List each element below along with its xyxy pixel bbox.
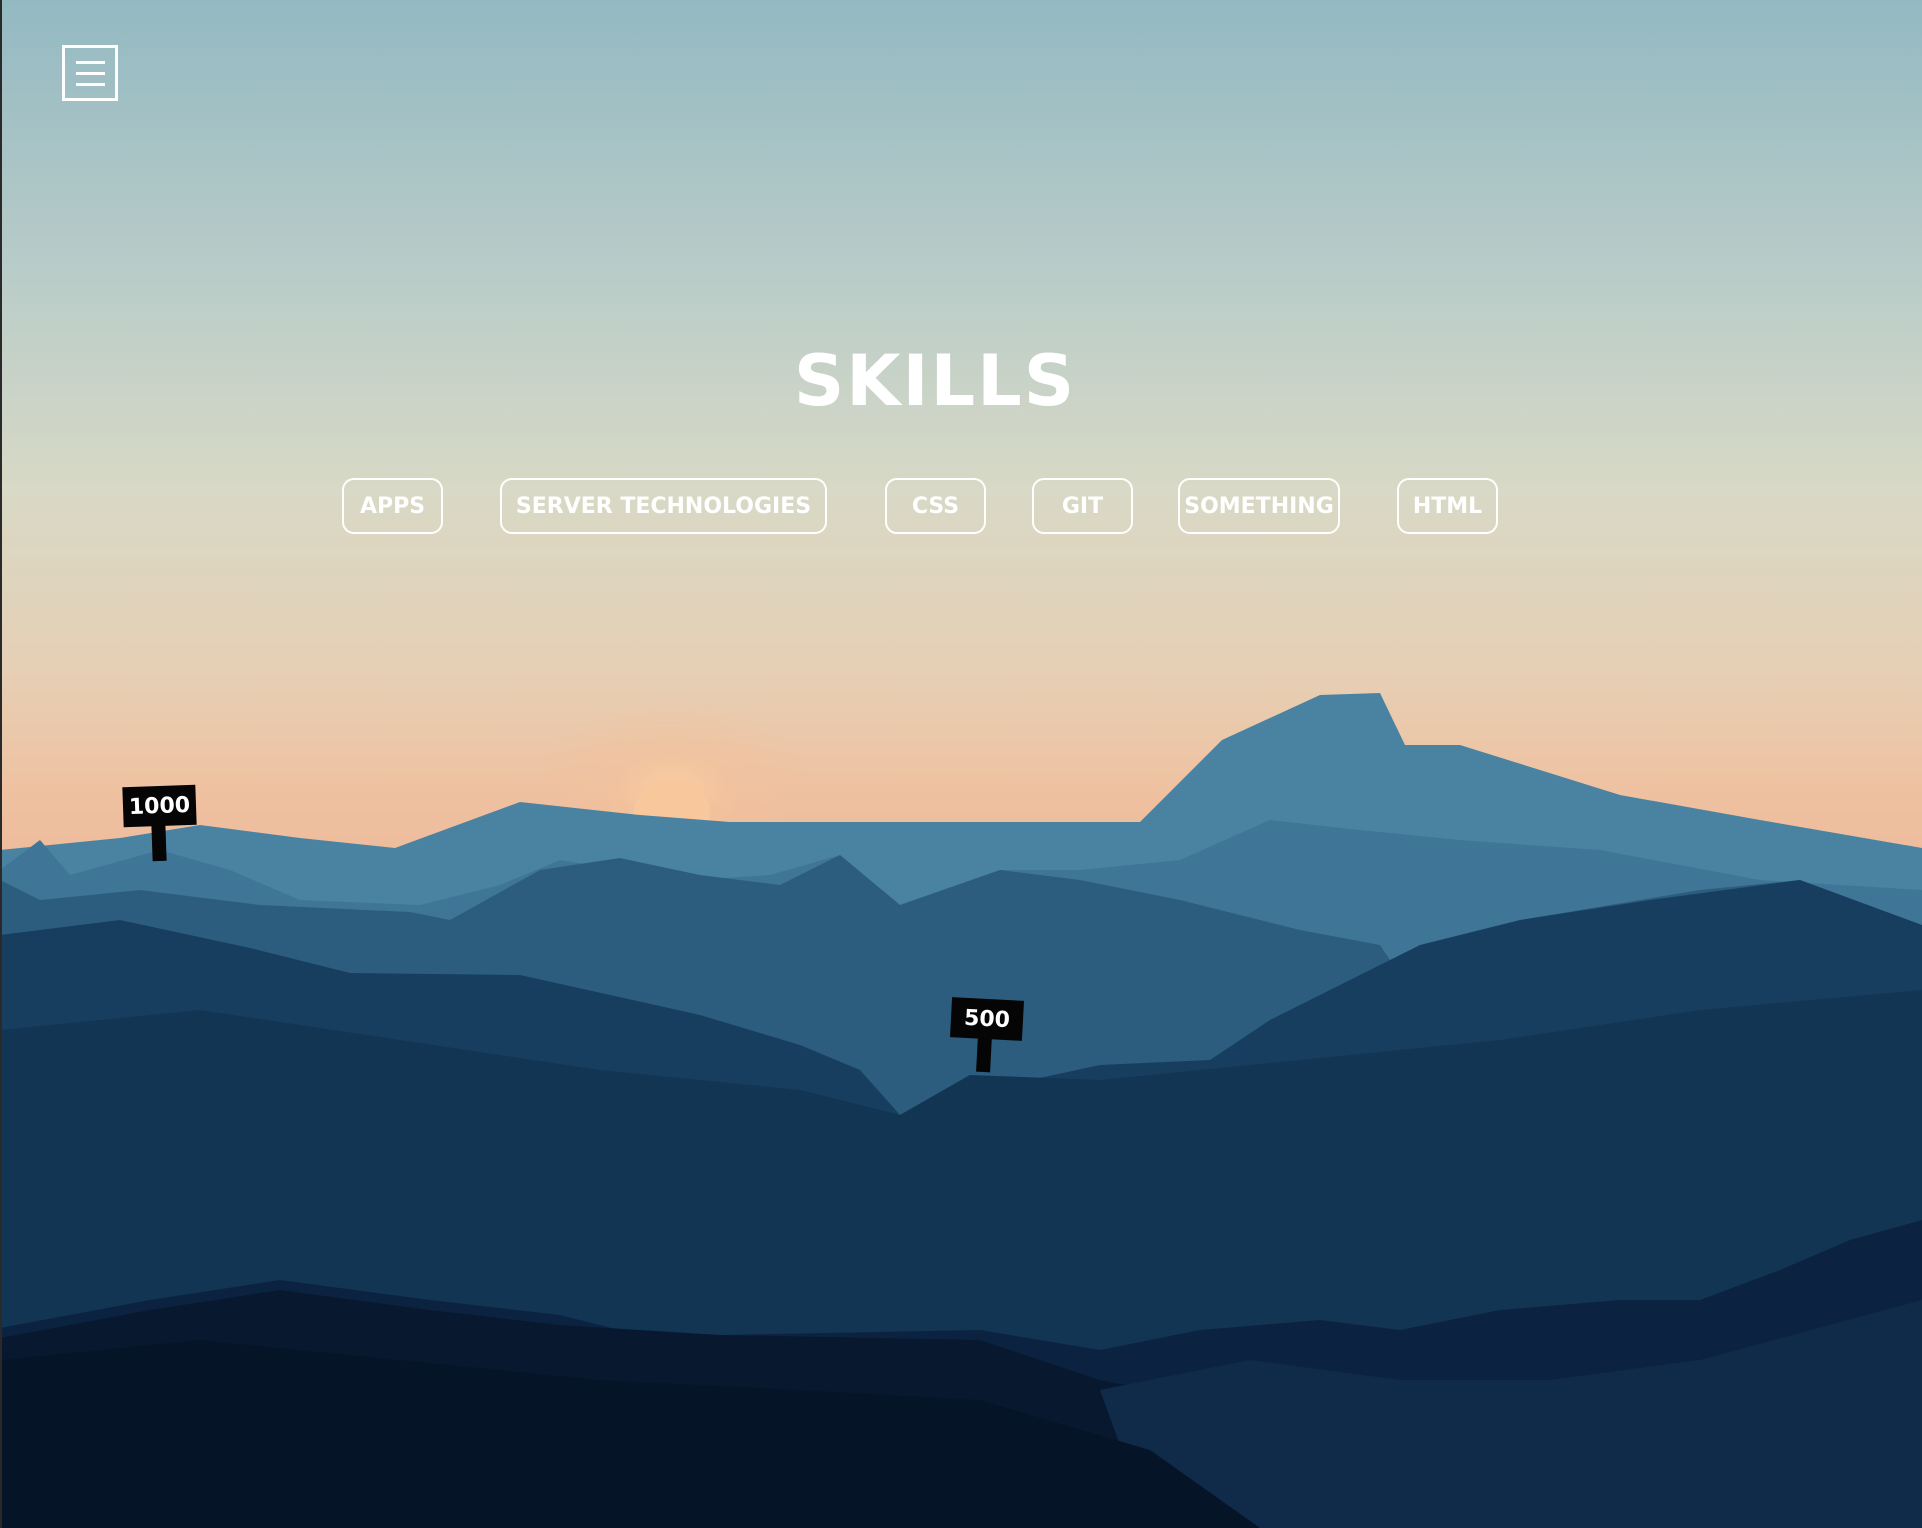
altitude-sign-1000: 1000 (122, 784, 197, 862)
tag-something[interactable]: SOMETHING (1178, 478, 1340, 534)
page-title: SKILLS (793, 340, 1077, 422)
hamburger-menu-icon (76, 61, 105, 64)
hamburger-menu-icon-line (76, 72, 105, 75)
window-left-edge (0, 0, 2, 1528)
tag-apps[interactable]: APPS (342, 478, 443, 534)
hamburger-menu-button[interactable] (62, 45, 118, 101)
sign-post (976, 1035, 992, 1073)
tag-git[interactable]: GIT (1032, 478, 1133, 534)
altitude-sign-500: 500 (950, 997, 1025, 1075)
hamburger-menu-icon-line (76, 83, 105, 86)
sign-board-label: 500 (950, 997, 1024, 1041)
tag-server-technologies[interactable]: SERVER TECHNOLOGIES (500, 478, 827, 534)
tag-html[interactable]: HTML (1397, 478, 1498, 534)
sign-board-label: 1000 (122, 784, 197, 828)
tag-css[interactable]: CSS (885, 478, 986, 534)
mountain-landscape-background (0, 0, 1922, 1528)
sign-post (151, 823, 167, 862)
